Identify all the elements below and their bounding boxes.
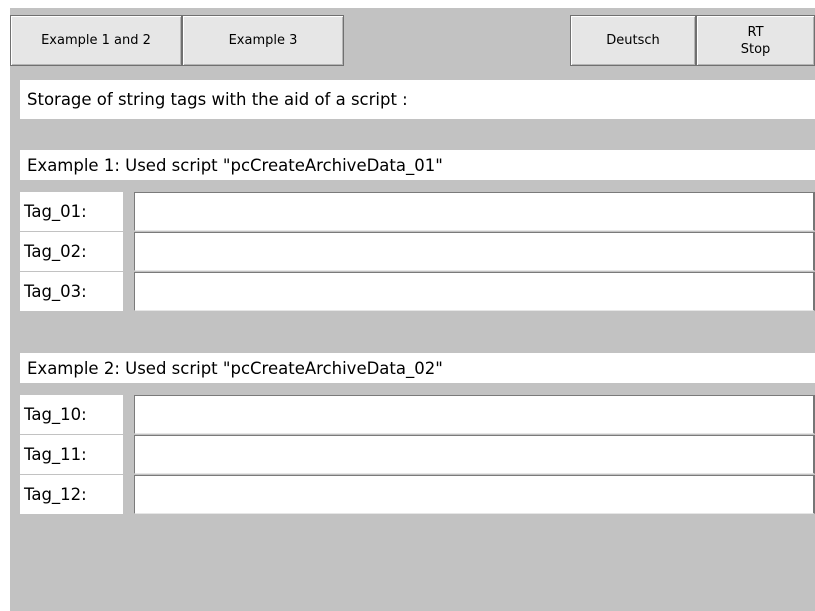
tag-11-field[interactable] <box>134 435 815 474</box>
example-1-and-2-button[interactable]: Example 1 and 2 <box>10 15 182 66</box>
tag-01-field[interactable] <box>134 192 815 231</box>
tag-10-label: Tag_10: <box>20 395 123 434</box>
tag-11-label: Tag_11: <box>20 435 123 474</box>
example-3-button[interactable]: Example 3 <box>182 15 344 66</box>
tag-03-label: Tag_03: <box>20 272 123 311</box>
tag-02-field[interactable] <box>134 232 815 271</box>
tag-01-label: Tag_01: <box>20 192 123 231</box>
tag-02-label: Tag_02: <box>20 232 123 271</box>
page-heading: Storage of string tags with the aid of a… <box>20 80 815 119</box>
tag-03-field[interactable] <box>134 272 815 311</box>
deutsch-button[interactable]: Deutsch <box>570 15 696 66</box>
rt-stop-button[interactable]: RT Stop <box>696 15 815 66</box>
hmi-screen: Example 1 and 2 Example 3 Deutsch RT Sto… <box>10 8 815 611</box>
tag-12-field[interactable] <box>134 475 815 514</box>
tag-10-field[interactable] <box>134 395 815 434</box>
tag-12-label: Tag_12: <box>20 475 123 514</box>
example-2-title: Example 2: Used script "pcCreateArchiveD… <box>20 353 815 383</box>
example-1-title: Example 1: Used script "pcCreateArchiveD… <box>20 150 815 180</box>
